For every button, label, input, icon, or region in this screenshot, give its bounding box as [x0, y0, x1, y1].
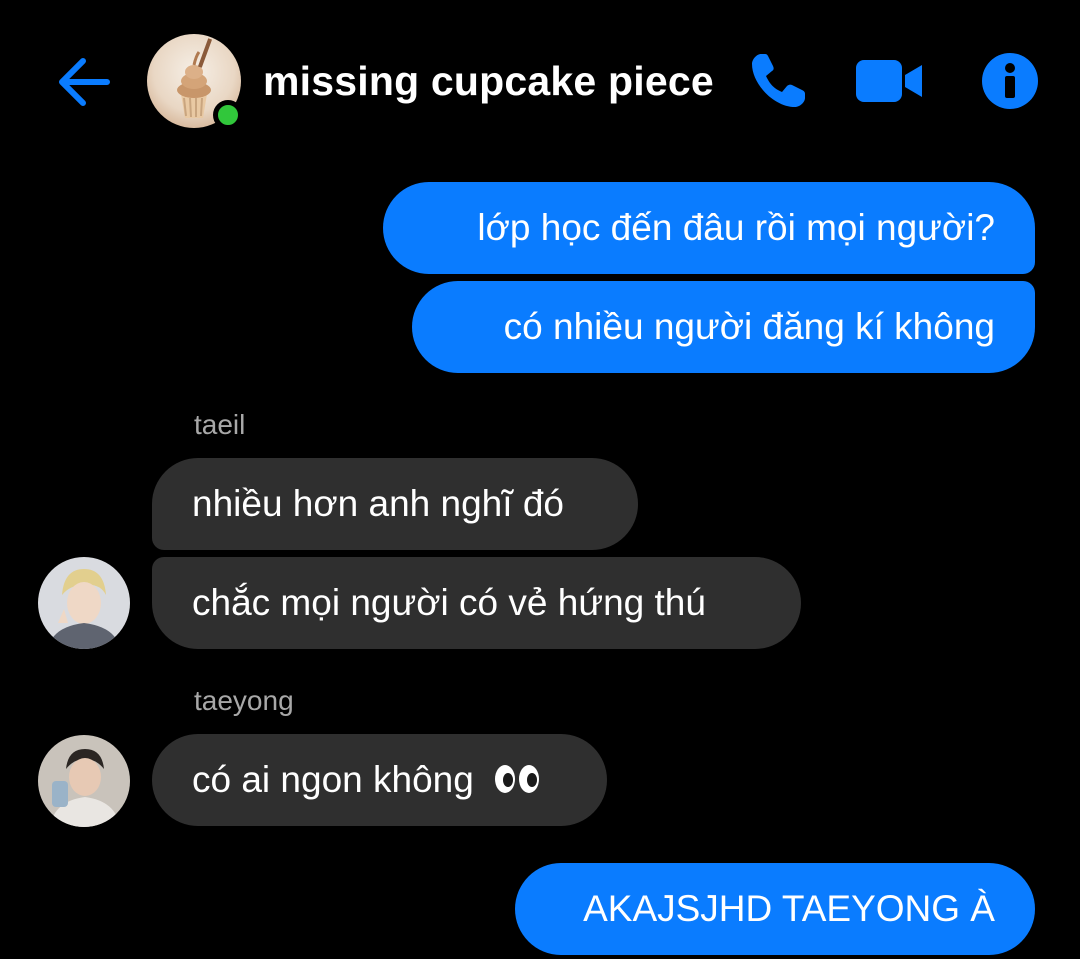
phone-icon — [752, 54, 805, 107]
video-call-button[interactable] — [852, 52, 926, 110]
chat-header: missing cupcake piece — [0, 0, 1080, 160]
chat-avatar[interactable] — [147, 34, 243, 130]
arrow-left-icon — [59, 58, 110, 106]
outgoing-message[interactable]: AKAJSJHD TAEYONG À — [515, 863, 1035, 955]
info-button[interactable] — [980, 51, 1040, 111]
avatar[interactable] — [38, 557, 130, 649]
outgoing-message[interactable]: có nhiều người đăng kí không — [412, 281, 1035, 373]
incoming-message[interactable]: chắc mọi người có vẻ hứng thú — [152, 557, 801, 649]
info-icon — [982, 53, 1038, 109]
incoming-message[interactable]: có ai ngon không — [152, 734, 607, 826]
video-camera-icon — [856, 60, 922, 102]
sender-name: taeil — [194, 409, 246, 440]
chat-title[interactable]: missing cupcake piece — [263, 58, 714, 105]
avatar[interactable] — [38, 735, 130, 827]
back-button[interactable] — [50, 50, 114, 114]
sender-name: taeyong — [194, 685, 294, 716]
online-status-dot — [213, 100, 243, 130]
message-text: có ai ngon không — [192, 759, 474, 800]
eyes-emoji — [494, 736, 540, 828]
outgoing-message[interactable]: lớp học đến đâu rồi mọi người? — [383, 182, 1035, 274]
incoming-message[interactable]: nhiều hơn anh nghĩ đó — [152, 458, 638, 550]
call-button[interactable] — [745, 48, 811, 114]
